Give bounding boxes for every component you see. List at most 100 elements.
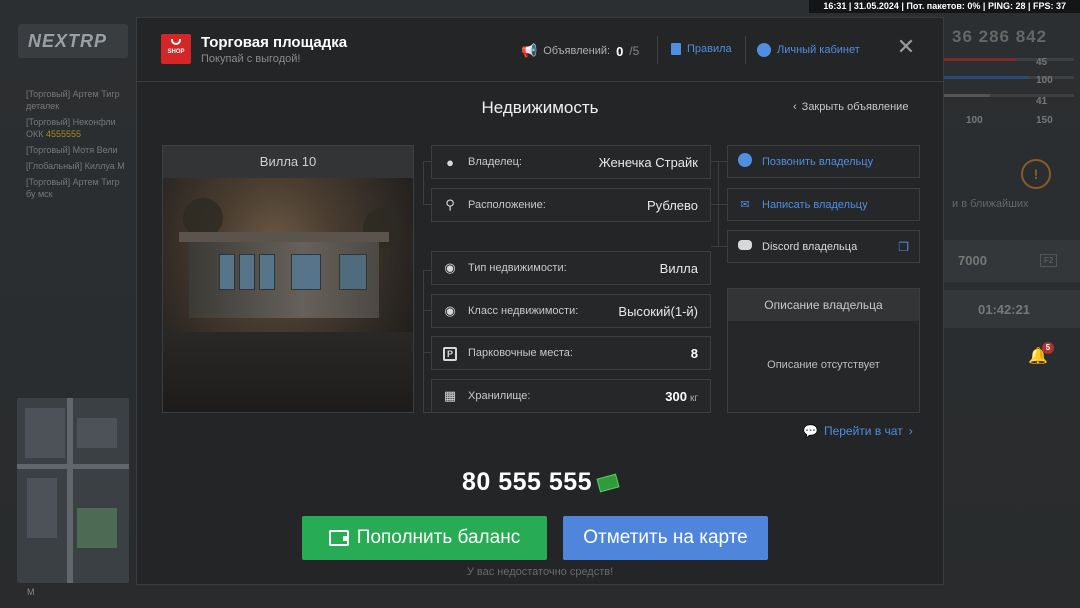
connector [711, 246, 727, 247]
hud-stat: 45 [1036, 57, 1048, 68]
hud-bar-health [944, 58, 1074, 61]
location-pin-icon: ⚲ [445, 197, 455, 212]
hud-stat: 100 [1036, 75, 1053, 86]
call-owner-button[interactable]: Позвонить владельцу [727, 145, 920, 178]
close-ad-button[interactable]: ‹ Закрыть объявление [793, 101, 908, 113]
header-divider [657, 36, 658, 64]
storage-value: 300 кг [665, 388, 698, 404]
info-row-class: ◉ Класс недвижимости: Высокий(1-й) [431, 294, 711, 328]
alert-icon: ! [1021, 159, 1051, 189]
connector [423, 310, 431, 311]
chat-bubble-icon: 💬 [803, 424, 818, 438]
wallet-icon [328, 530, 349, 546]
connector [711, 161, 727, 162]
class-value: Высокий(1-й) [618, 303, 698, 319]
connector [423, 161, 431, 205]
hud-money: 36 286 842 [952, 27, 1048, 46]
go-to-chat-link[interactable]: 💬 Перейти в чат › [803, 424, 913, 438]
hud-timer: 01:42:21 [978, 302, 1031, 317]
chat-line: деталек [26, 101, 60, 111]
discord-owner-button[interactable]: Discord владельца ❐ [727, 230, 920, 263]
message-owner-button[interactable]: ✉ Написать владельцу [727, 188, 920, 221]
property-card: Вилла 10 [162, 145, 414, 413]
money-bag-icon: ◉ [444, 303, 456, 318]
hud-stat: 100 [966, 115, 983, 126]
ads-max: /5 [629, 44, 640, 58]
connector [718, 161, 719, 246]
bell-icon: 🔔 5 [1028, 342, 1054, 370]
parking-icon: P [432, 345, 468, 361]
boxes-icon: ▦ [443, 388, 457, 403]
hud-bars [944, 58, 1074, 112]
ads-count: 0 [616, 43, 624, 59]
rules-link[interactable]: Правила [671, 43, 732, 55]
modal-header: SHOP Торговая площадка Покупай с выгодой… [137, 18, 943, 82]
discord-icon [728, 240, 762, 253]
game-logo: NEXTRP [18, 24, 128, 58]
close-icon[interactable]: ✕ [895, 36, 917, 58]
description-body: Описание отсутствует [767, 359, 880, 371]
modal-subtitle: Покупай с выгодой! [201, 53, 301, 65]
info-row-type: ◉ Тип недвижимости: Вилла [431, 251, 711, 285]
price-value: 80 555 555 [461, 468, 593, 496]
chat-line: бу мск [26, 189, 53, 199]
location-value: Рублево [647, 197, 698, 213]
minimap-label: M [27, 587, 35, 597]
user-circle-icon [757, 43, 771, 57]
info-row-owner: ● Владелец: Женечка Страйк [431, 145, 711, 179]
user-icon: ● [446, 154, 454, 170]
hud-timer-panel: 01:42:21 [944, 290, 1080, 328]
connector [423, 352, 431, 353]
marketplace-modal: SHOP Торговая площадка Покупай с выгодой… [136, 17, 944, 585]
type-value: Вилла [659, 260, 698, 276]
phone-icon [728, 153, 762, 170]
cash-icon [596, 474, 620, 493]
hud-balance-panel: 7000 F2 [944, 240, 1080, 282]
chat-line: [Глобальный] Киллуа М [26, 161, 125, 171]
chevron-left-icon: ‹ [793, 101, 797, 113]
property-image [163, 178, 413, 412]
mark-on-map-button[interactable]: Отметить на карте [563, 516, 768, 560]
document-icon [671, 43, 681, 55]
connector [711, 204, 727, 205]
description-title: Описание владельца [728, 289, 919, 321]
info-row-storage: ▦ Хранилище: 300 кг [431, 379, 711, 413]
hud-bar-armor [944, 76, 1074, 79]
chat-line: [Торговый] Мотя Вели [26, 145, 118, 155]
top-up-balance-button[interactable]: Пополнить баланс [302, 516, 547, 560]
game-chat: [Торговый] Артем Тигр деталек [Торговый]… [26, 88, 141, 204]
chevron-right-icon: › [908, 424, 913, 438]
chat-line: [Торговый] Артем Тигр [26, 89, 120, 99]
owner-value: Женечка Страйк [598, 154, 698, 170]
megaphone-icon: 📢 [521, 43, 538, 58]
hud-balance: 7000 [958, 253, 987, 268]
envelope-icon: ✉ [740, 199, 750, 211]
hud-side-text: и в ближайших [952, 198, 1029, 210]
shopping-bag-icon [171, 39, 181, 45]
hud-bar-extra [944, 94, 1074, 97]
money-bag-icon: ◉ [444, 260, 456, 275]
property-name: Вилла 10 [163, 146, 413, 184]
hud-stat: 150 [1036, 115, 1053, 126]
ads-counter: 📢 Объявлений: 0 /5 [521, 43, 640, 59]
hud-key-hint: F2 [1040, 254, 1058, 267]
chat-line: [Торговый] Артем Тигр [26, 177, 120, 187]
shop-logo: SHOP [161, 34, 191, 64]
copy-icon[interactable]: ❐ [898, 240, 909, 254]
hud-stat: 41 [1036, 96, 1048, 107]
account-link[interactable]: Личный кабинет [757, 43, 860, 57]
header-divider [745, 36, 746, 64]
connector [423, 270, 431, 413]
owner-description-panel: Описание владельца Описание отсутствует [727, 288, 920, 413]
info-row-parking: P Парковочные места: 8 [431, 336, 711, 370]
modal-title: Торговая площадка [201, 34, 348, 51]
status-bar: 16:31 | 31.05.2024 | Пот. пакетов: 0% | … [809, 0, 1080, 13]
parking-value: 8 [690, 345, 698, 361]
chat-line: [Торговый] Неконфли [26, 117, 116, 127]
info-row-location: ⚲ Расположение: Рублево [431, 188, 711, 222]
price: 80 555 555 [137, 468, 943, 497]
notification-count: 5 [1042, 342, 1054, 354]
minimap [17, 398, 129, 583]
insufficient-funds-warning: У вас недостаточно средств! [466, 566, 614, 578]
chat-line: ОКК 4555555 [26, 129, 82, 139]
